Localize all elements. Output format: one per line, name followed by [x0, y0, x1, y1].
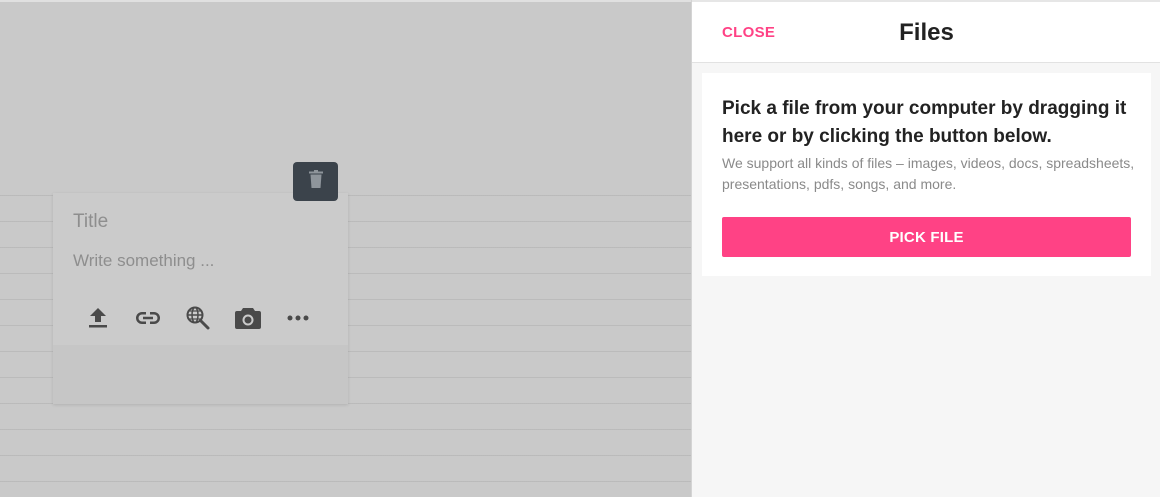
note-body-input[interactable]: Write something ...	[73, 251, 214, 271]
more-icon[interactable]	[283, 303, 313, 333]
note-toolbar	[83, 303, 313, 333]
link-icon[interactable]	[133, 303, 163, 333]
pick-file-button[interactable]: PICK FILE	[722, 217, 1131, 257]
files-panel: CLOSE Files Pick a file from your comput…	[691, 0, 1160, 497]
delete-note-button[interactable]	[293, 162, 338, 201]
web-search-icon[interactable]	[183, 303, 213, 333]
drop-zone-subtext: We support all kinds of files – images, …	[722, 155, 1135, 192]
note-card-footer	[53, 345, 348, 404]
note-title-input[interactable]: Title	[73, 211, 108, 233]
file-drop-zone[interactable]: Pick a file from your computer by draggi…	[702, 73, 1151, 276]
drop-zone-heading: Pick a file from your computer by draggi…	[722, 98, 1127, 147]
trash-icon	[308, 170, 323, 193]
camera-icon[interactable]	[233, 303, 263, 333]
upload-icon[interactable]	[83, 303, 113, 333]
panel-title: Files	[899, 19, 954, 46]
panel-header: CLOSE Files	[692, 0, 1160, 63]
note-card[interactable]: Title Write something ...	[53, 193, 348, 404]
